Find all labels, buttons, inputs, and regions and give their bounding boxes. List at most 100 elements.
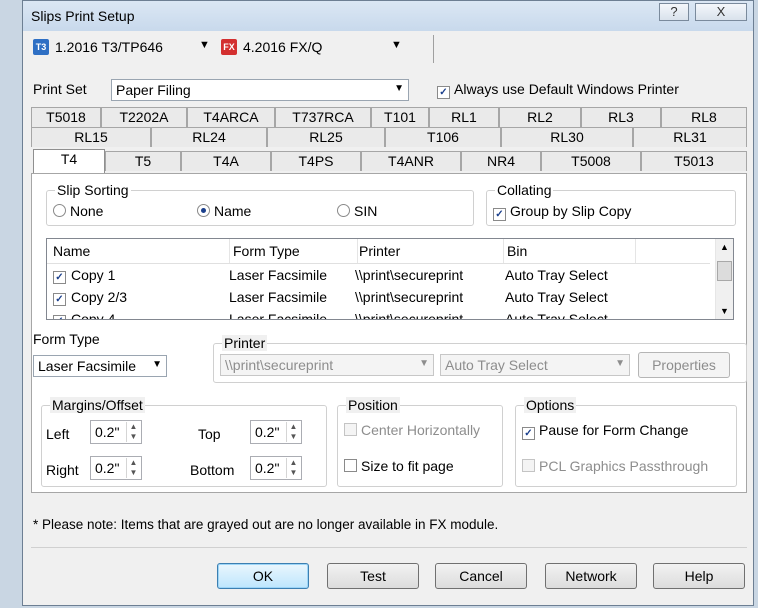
tab-rl25[interactable]: RL25	[267, 127, 385, 147]
checkbox-checked-icon: ✓	[53, 271, 66, 284]
help-button[interactable]: Help	[653, 563, 745, 589]
help-title-button[interactable]: ?	[659, 3, 689, 21]
sort-none-radio[interactable]: None	[53, 203, 103, 219]
grayed-out-note: * Please note: Items that are grayed out…	[33, 517, 499, 532]
spinner-arrows-icon[interactable]: ▲ ▼	[126, 458, 140, 478]
tab-rl1[interactable]: RL1	[429, 107, 499, 127]
bottom-margin-value: 0.2"	[255, 460, 280, 476]
tab-t4anr[interactable]: T4ANR	[361, 151, 461, 171]
checkbox-checked-icon: ✓	[53, 315, 66, 319]
row-form-type: Laser Facsimile	[229, 267, 328, 283]
right-margin-spinner[interactable]: 0.2" ▲ ▼	[90, 456, 142, 480]
row-bin: Auto Tray Select	[505, 289, 608, 305]
properties-button[interactable]: Properties	[638, 352, 730, 378]
spinner-arrows-icon[interactable]: ▲ ▼	[126, 422, 140, 442]
column-header-printer[interactable]: Printer	[359, 243, 400, 259]
tab-t5[interactable]: T5	[105, 151, 181, 171]
scroll-up-icon[interactable]: ▲	[720, 242, 729, 252]
radio-icon	[337, 204, 350, 217]
table-row[interactable]: ✓ Copy 2/3 Laser Facsimile \\print\secur…	[47, 285, 710, 307]
t3-module-icon: T3	[33, 39, 49, 55]
bin-value: Auto Tray Select	[445, 357, 548, 373]
checkbox-icon	[344, 423, 357, 436]
checkbox-checked-icon: ✓	[493, 208, 506, 221]
tab-t5008[interactable]: T5008	[541, 151, 641, 171]
collating-label: Collating	[495, 182, 554, 198]
tab-t4arca[interactable]: T4ARCA	[187, 107, 275, 127]
top-margin-label: Top	[198, 426, 221, 442]
copies-list-header: Name Form Type Printer Bin	[47, 239, 710, 264]
slip-sorting-label: Slip Sorting	[55, 182, 131, 198]
bin-select[interactable]: Auto Tray Select ▼	[440, 354, 630, 376]
top-margin-spinner[interactable]: 0.2" ▲ ▼	[250, 420, 302, 444]
tab-t4a[interactable]: T4A	[181, 151, 271, 171]
form-type-select[interactable]: Laser Facsimile ▼	[33, 355, 167, 377]
radio-selected-icon	[197, 204, 210, 217]
column-header-name[interactable]: Name	[53, 243, 90, 259]
pcl-passthrough-checkbox[interactable]: PCL Graphics Passthrough	[522, 458, 708, 474]
scrollbar-thumb[interactable]	[717, 261, 732, 281]
printer-group: Printer \\print\secureprint ▼ Auto Tray …	[213, 335, 747, 383]
tab-t4ps[interactable]: T4PS	[271, 151, 361, 171]
tab-rl3[interactable]: RL3	[581, 107, 661, 127]
tab-t2202a[interactable]: T2202A	[101, 107, 187, 127]
window-title: Slips Print Setup	[31, 8, 135, 24]
bottom-margin-label: Bottom	[190, 462, 235, 478]
sort-name-radio[interactable]: Name	[197, 203, 251, 219]
size-to-fit-checkbox[interactable]: Size to fit page	[344, 458, 454, 474]
bottom-margin-spinner[interactable]: 0.2" ▲ ▼	[250, 456, 302, 480]
collating-group: Collating ✓ Group by Slip Copy	[486, 182, 736, 226]
column-header-form-type[interactable]: Form Type	[233, 243, 300, 259]
always-default-printer-checkbox[interactable]: ✓ Always use Default Windows Printer	[437, 81, 679, 99]
sort-sin-radio[interactable]: SIN	[337, 203, 377, 219]
tab-rl24[interactable]: RL24	[151, 127, 267, 147]
center-horizontally-checkbox[interactable]: Center Horizontally	[344, 422, 480, 438]
column-divider	[357, 239, 358, 263]
tab-rl30[interactable]: RL30	[501, 127, 633, 147]
module-fx-label[interactable]: 4.2016 FX/Q	[243, 39, 322, 55]
printer-select[interactable]: \\print\secureprint ▼	[220, 354, 434, 376]
close-button[interactable]: X	[695, 3, 747, 21]
row-bin: Auto Tray Select	[505, 267, 608, 283]
chevron-down-icon: ▼	[152, 359, 162, 370]
table-row[interactable]: ✓ Copy 4 Laser Facsimile \\print\securep…	[47, 307, 710, 320]
pause-form-change-checkbox[interactable]: ✓ Pause for Form Change	[522, 422, 688, 440]
network-button[interactable]: Network	[545, 563, 637, 589]
tab-rl15[interactable]: RL15	[31, 127, 151, 147]
module-t3-dropdown-icon[interactable]: ▼	[199, 39, 210, 51]
spinner-arrows-icon[interactable]: ▲ ▼	[286, 458, 300, 478]
spinner-arrows-icon[interactable]: ▲ ▼	[286, 422, 300, 442]
tab-t106[interactable]: T106	[385, 127, 501, 147]
chevron-down-icon: ▼	[419, 358, 429, 369]
tab-t5018[interactable]: T5018	[31, 107, 101, 127]
test-button[interactable]: Test	[327, 563, 419, 589]
tab-t737rca[interactable]: T737RCA	[275, 107, 371, 127]
position-group: Position Center Horizontally Size to fit…	[337, 397, 503, 487]
row-name: Copy 4	[71, 311, 116, 320]
column-divider	[229, 239, 230, 263]
module-t3-label[interactable]: 1.2016 T3/TP646	[55, 39, 163, 55]
size-to-fit-label: Size to fit page	[361, 458, 454, 474]
module-fx-dropdown-icon[interactable]: ▼	[391, 39, 402, 51]
tab-rl8[interactable]: RL8	[661, 107, 747, 127]
group-by-slip-copy-checkbox[interactable]: ✓ Group by Slip Copy	[493, 203, 631, 221]
row-bin: Auto Tray Select	[505, 311, 608, 320]
table-row[interactable]: ✓ Copy 1 Laser Facsimile \\print\securep…	[47, 263, 710, 285]
tab-t5013[interactable]: T5013	[641, 151, 747, 171]
copies-list-scrollbar[interactable]: ▲ ▼	[715, 239, 733, 319]
column-header-bin[interactable]: Bin	[507, 243, 527, 259]
center-horizontally-label: Center Horizontally	[361, 422, 481, 438]
cancel-button[interactable]: Cancel	[435, 563, 527, 589]
print-set-select[interactable]: Paper Filing ▼	[111, 79, 409, 101]
scroll-down-icon[interactable]: ▼	[720, 306, 729, 316]
tab-nr4[interactable]: NR4	[461, 151, 541, 171]
slips-print-setup-window: Slips Print Setup ? X T3 1.2016 T3/TP646…	[22, 0, 754, 606]
tab-rl2[interactable]: RL2	[499, 107, 581, 127]
left-margin-spinner[interactable]: 0.2" ▲ ▼	[90, 420, 142, 444]
ok-button[interactable]: OK	[217, 563, 309, 589]
tab-rl31[interactable]: RL31	[633, 127, 747, 147]
tab-t101[interactable]: T101	[371, 107, 429, 127]
tab-t4[interactable]: T4	[33, 149, 105, 173]
position-label: Position	[346, 397, 400, 413]
checkbox-checked-icon: ✓	[437, 86, 450, 99]
